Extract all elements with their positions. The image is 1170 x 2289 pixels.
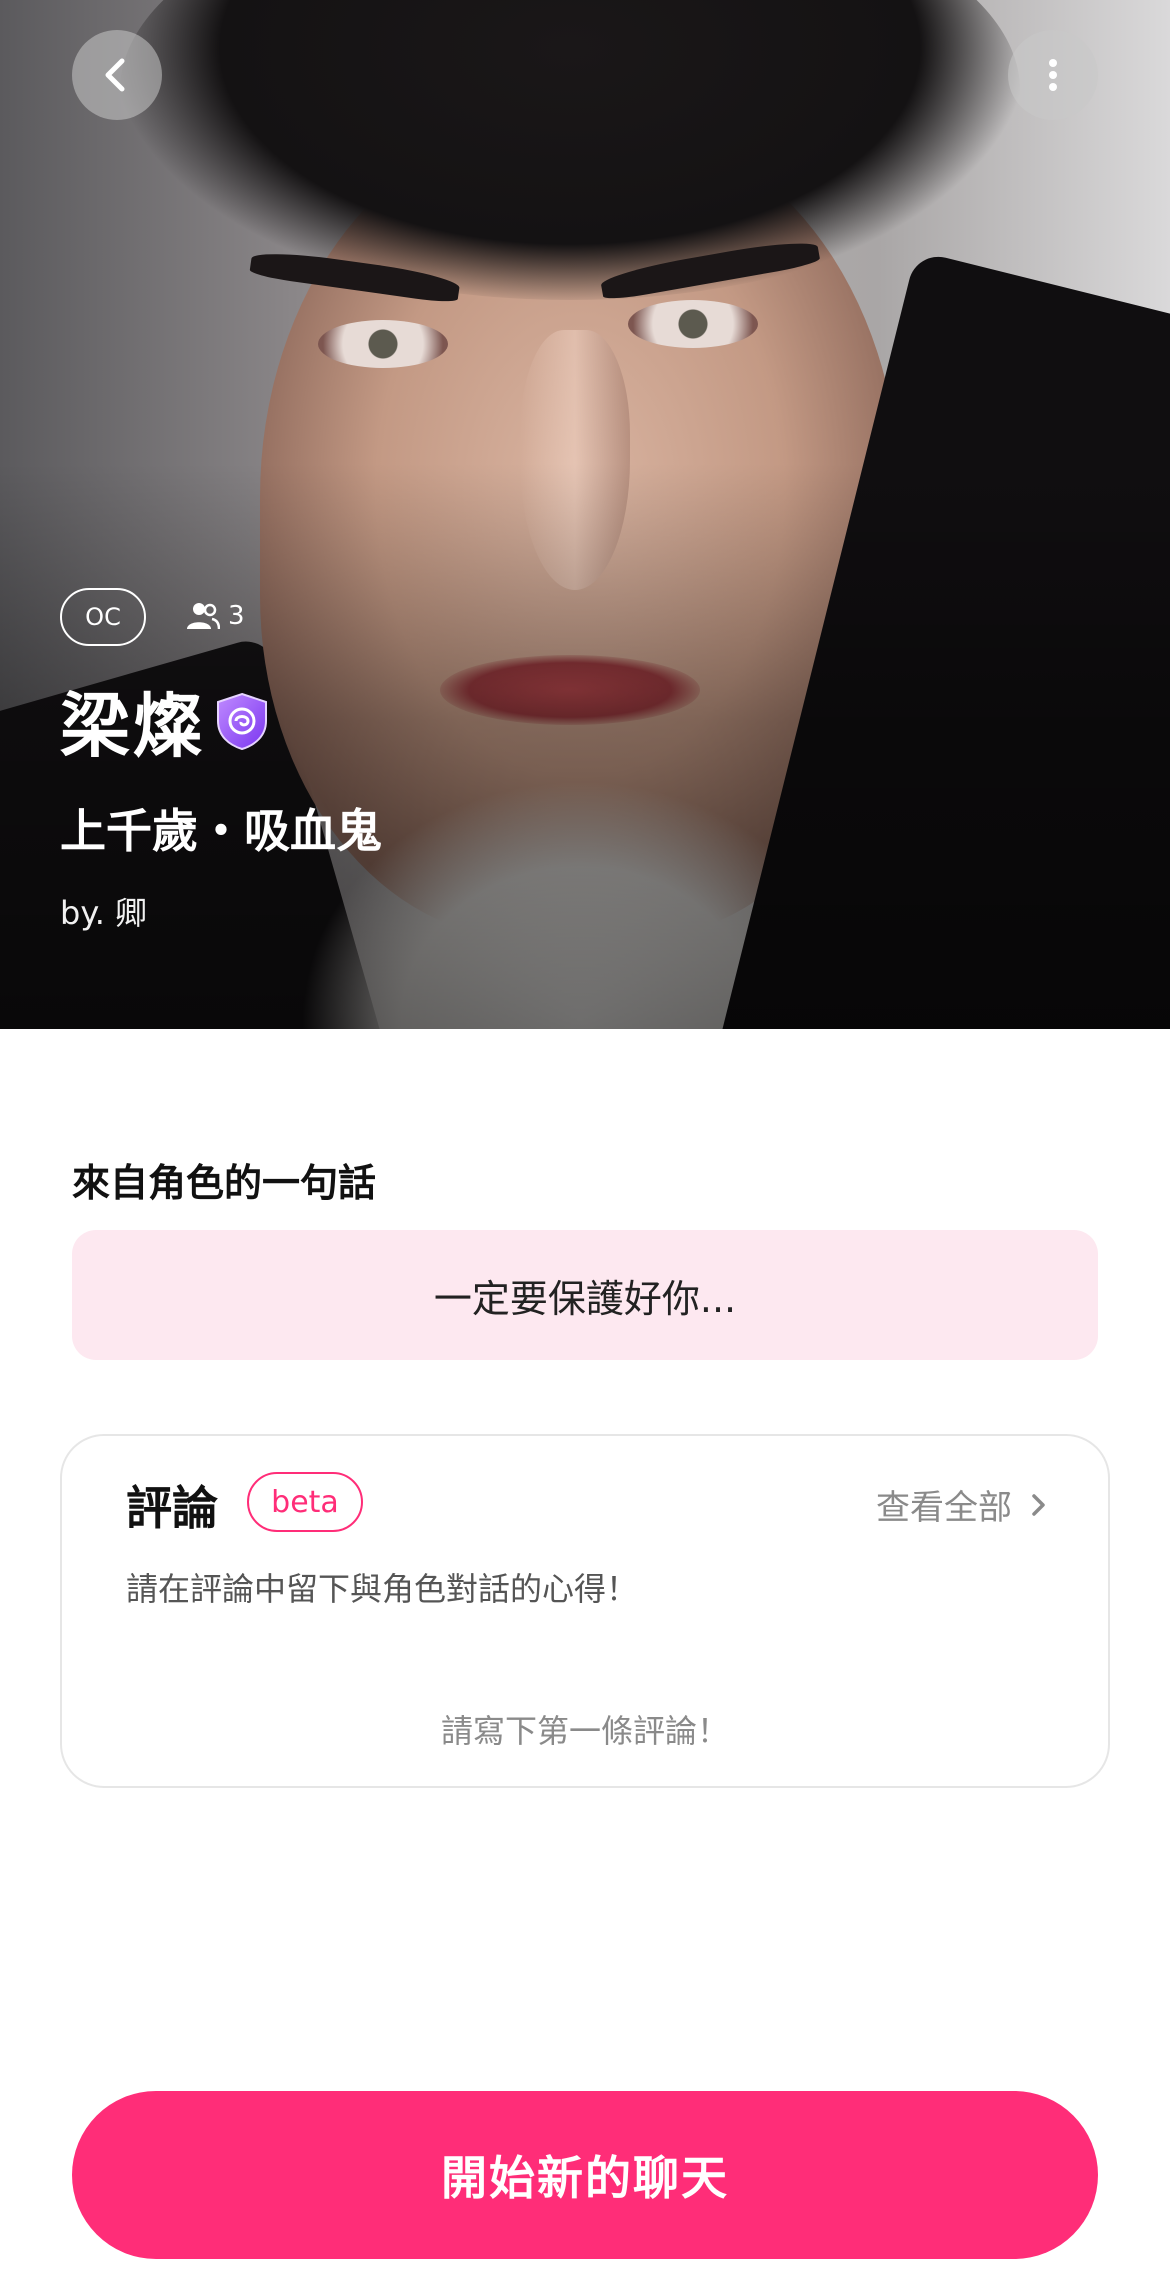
- view-all-reviews-link[interactable]: 查看全部: [876, 1480, 1048, 1529]
- reviews-title: 評論: [126, 1481, 218, 1535]
- start-new-chat-button[interactable]: 開始新的聊天: [72, 2091, 1098, 2259]
- users-icon: [187, 603, 220, 630]
- character-detail-page: OC 3 梁燦 上千歲・吸血鬼 by. 卿 來自角色的一句話 一定要保護好你..…: [0, 0, 1170, 2289]
- back-button[interactable]: [72, 30, 162, 120]
- more-vertical-icon: [1049, 59, 1057, 91]
- user-count-value: 3: [228, 601, 245, 631]
- oc-tag-badge: OC: [60, 588, 146, 646]
- beta-badge: beta: [247, 1472, 363, 1532]
- reviews-hint: 請在評論中留下與角色對話的心得！: [126, 1570, 639, 1608]
- character-name: 梁燦: [60, 685, 204, 767]
- character-hero-image: OC 3 梁燦 上千歲・吸血鬼 by. 卿: [0, 0, 1170, 1029]
- character-quote-text: 一定要保護好你...: [433, 1276, 737, 1321]
- reviews-card: 評論 beta 查看全部 請在評論中留下與角色對話的心得！ 請寫下第一條評論！: [60, 1434, 1110, 1788]
- chevron-left-icon: [105, 58, 125, 92]
- chevron-right-icon: [1032, 1493, 1045, 1516]
- more-options-button[interactable]: [1008, 30, 1098, 120]
- verified-shield-icon: [217, 692, 267, 750]
- user-count: 3: [186, 596, 245, 636]
- character-subtitle: 上千歲・吸血鬼: [60, 804, 382, 858]
- quote-section-title: 來自角色的一句話: [72, 1161, 377, 1205]
- start-new-chat-label: 開始新的聊天: [441, 2151, 729, 2205]
- write-first-review-link[interactable]: 請寫下第一條評論！: [62, 1706, 1108, 1752]
- character-quote: 一定要保護好你...: [72, 1230, 1098, 1360]
- character-author[interactable]: by. 卿: [60, 888, 147, 934]
- view-all-label: 查看全部: [876, 1488, 1012, 1528]
- character-name-row: 梁燦: [60, 670, 270, 771]
